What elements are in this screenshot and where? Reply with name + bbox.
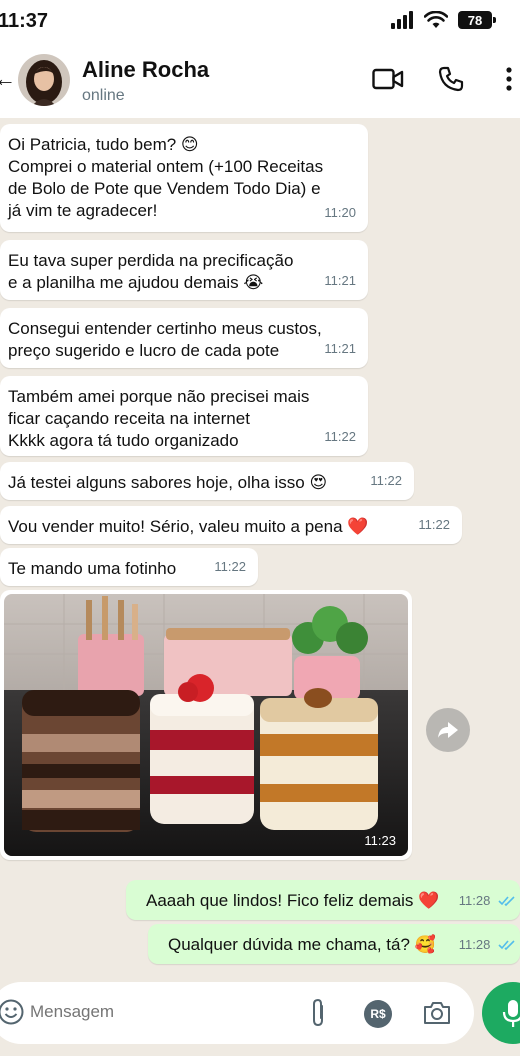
contact-presence: online bbox=[82, 87, 125, 104]
avatar[interactable] bbox=[18, 54, 70, 106]
attach-icon[interactable] bbox=[308, 998, 328, 1028]
message-line: já vim te agradecer! bbox=[8, 201, 158, 220]
message-line: e a planilha me ajudou demais 😭 bbox=[8, 273, 264, 292]
read-ticks-icon bbox=[498, 940, 515, 951]
chat-area[interactable]: Oi Patricia, tudo bem? 😊 Comprei o mater… bbox=[0, 118, 520, 978]
photo-image bbox=[4, 594, 408, 856]
incoming-message[interactable]: Vou vender muito! Sério, valeu muito a p… bbox=[0, 506, 462, 544]
incoming-message[interactable]: Também amei porque não precisei mais fic… bbox=[0, 376, 368, 456]
message-input[interactable] bbox=[30, 1002, 230, 1022]
message-time: 11:22 bbox=[214, 559, 246, 574]
voice-call-icon[interactable] bbox=[438, 66, 464, 92]
message-time: 11:28 bbox=[458, 893, 491, 908]
contact-name[interactable]: Aline Rocha bbox=[82, 57, 209, 83]
message-line: Consegui entender certinho meus custos, bbox=[8, 319, 322, 338]
incoming-message[interactable]: Eu tava super perdida na precificação e … bbox=[0, 240, 368, 300]
message-line: preço sugerido e lucro de cada pote bbox=[8, 341, 280, 360]
forward-icon bbox=[438, 722, 458, 738]
chat-header: ← Aline Rocha online bbox=[0, 42, 520, 118]
cake-jars-photo[interactable]: 11:23 bbox=[4, 594, 408, 856]
battery-icon: 78 bbox=[458, 11, 496, 29]
message-line: Vou vender muito! Sério, valeu muito a p… bbox=[8, 517, 369, 536]
message-line: Comprei o material ontem (+100 Receitas bbox=[8, 157, 324, 176]
photo-message[interactable]: 11:23 bbox=[0, 590, 412, 860]
read-ticks-icon bbox=[498, 896, 515, 907]
outgoing-message[interactable]: Qualquer dúvida me chama, tá? 🥰 11:28 bbox=[148, 924, 520, 964]
emoji-icon[interactable] bbox=[0, 999, 24, 1025]
photo-time: 11:23 bbox=[364, 833, 396, 848]
message-line: Já testei alguns sabores hoje, olha isso… bbox=[8, 473, 328, 492]
status-bar: 11:37 78 bbox=[0, 0, 520, 42]
mic-button[interactable] bbox=[482, 982, 520, 1044]
message-line: Kkkk agora tá tudo organizado bbox=[8, 431, 239, 450]
message-line: Também amei porque não precisei mais bbox=[8, 387, 310, 406]
status-time: 11:37 bbox=[0, 10, 49, 32]
message-input-container[interactable]: R$ bbox=[0, 982, 474, 1044]
incoming-message[interactable]: Consegui entender certinho meus custos, … bbox=[0, 308, 368, 368]
outgoing-message[interactable]: Aaaah que lindos! Fico feliz demais ❤️ 1… bbox=[126, 880, 520, 920]
incoming-message[interactable]: Já testei alguns sabores hoje, olha isso… bbox=[0, 462, 414, 500]
message-time-wrap: 11:28 bbox=[459, 934, 516, 956]
signal-icon bbox=[391, 11, 413, 29]
message-time: 11:22 bbox=[418, 517, 450, 532]
forward-button[interactable] bbox=[426, 708, 470, 752]
incoming-message[interactable]: Te mando uma fotinho 11:22 bbox=[0, 548, 258, 586]
message-time: 11:20 bbox=[324, 205, 356, 220]
message-line: de Bolo de Pote que Vendem Todo Dia) e bbox=[8, 179, 321, 198]
video-call-icon[interactable] bbox=[372, 66, 404, 92]
message-line: Eu tava super perdida na precificação bbox=[8, 251, 294, 270]
message-time-wrap: 11:28 bbox=[459, 890, 516, 912]
message-input-bar: R$ bbox=[0, 978, 520, 1056]
back-arrow-icon[interactable]: ← bbox=[0, 66, 16, 92]
message-line: Oi Patricia, tudo bem? 😊 bbox=[8, 135, 199, 154]
camera-icon[interactable] bbox=[422, 1000, 452, 1026]
more-options-icon[interactable] bbox=[504, 66, 514, 92]
message-time: 11:21 bbox=[324, 341, 356, 356]
wifi-icon bbox=[424, 11, 448, 28]
message-time: 11:28 bbox=[458, 937, 491, 952]
message-time: 11:21 bbox=[324, 273, 356, 288]
message-line: ficar caçando receita na internet bbox=[8, 409, 250, 428]
battery-level: 78 bbox=[467, 12, 483, 28]
microphone-icon bbox=[502, 1000, 520, 1027]
message-time: 11:22 bbox=[324, 429, 356, 444]
status-icons: 78 bbox=[390, 11, 496, 29]
incoming-message[interactable]: Oi Patricia, tudo bem? 😊 Comprei o mater… bbox=[0, 124, 368, 232]
payment-icon[interactable]: R$ bbox=[364, 1000, 392, 1028]
message-time: 11:22 bbox=[370, 473, 402, 488]
message-line: Aaaah que lindos! Fico feliz demais ❤️ bbox=[146, 891, 440, 910]
